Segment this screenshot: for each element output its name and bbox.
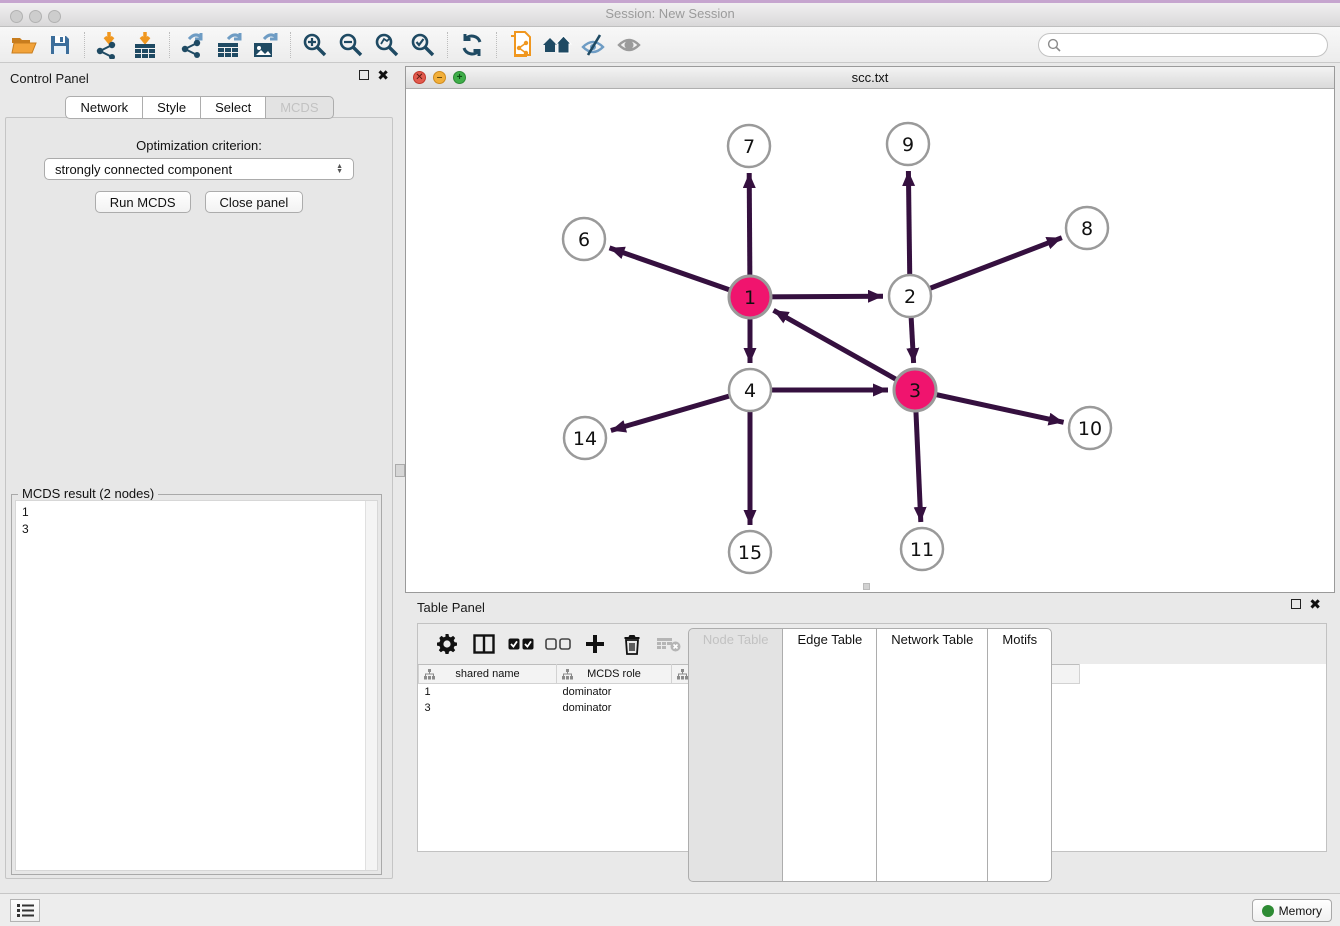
export-network-icon[interactable]: [176, 30, 212, 60]
tab-edge-table[interactable]: Edge Table: [782, 628, 877, 882]
result-scrollbar[interactable]: [365, 501, 377, 870]
graph-node-11[interactable]: 11: [901, 528, 943, 570]
table-panel-tabs: Node TableEdge TableNetwork TableMotifs: [405, 628, 1335, 882]
mcds-panel: Optimization criterion: strongly connect…: [5, 117, 393, 879]
toolbar-separator: [84, 32, 85, 58]
graph-edge-3-1[interactable]: [774, 310, 916, 390]
tab-network[interactable]: Network: [65, 96, 143, 119]
memory-button[interactable]: Memory: [1252, 899, 1332, 922]
mcds-result-group: MCDS result (2 nodes) 1 3: [11, 494, 382, 875]
network-window-title: scc.txt: [406, 70, 1334, 85]
svg-text:9: 9: [902, 134, 914, 156]
graph-node-15[interactable]: 15: [729, 531, 771, 573]
graph-node-2[interactable]: 2: [889, 275, 931, 317]
svg-text:3: 3: [909, 380, 921, 402]
control-panel-title: Control Panel: [10, 71, 89, 86]
graph-node-8[interactable]: 8: [1066, 207, 1108, 249]
svg-text:11: 11: [910, 539, 934, 561]
memory-label: Memory: [1279, 904, 1322, 918]
svg-text:14: 14: [573, 428, 597, 450]
graph-node-10[interactable]: 10: [1069, 407, 1111, 449]
graph-node-3[interactable]: 3: [894, 369, 936, 411]
zoom-fit-icon[interactable]: [369, 30, 405, 60]
control-panel-tabs: NetworkStyleSelectMCDS: [0, 96, 399, 119]
hide-graphics-icon[interactable]: [575, 30, 611, 60]
open-file-icon[interactable]: [6, 30, 42, 60]
graph-node-9[interactable]: 9: [887, 123, 929, 165]
search-input[interactable]: [1065, 38, 1327, 52]
svg-text:7: 7: [743, 136, 755, 158]
export-image-icon[interactable]: [248, 30, 284, 60]
graph-node-14[interactable]: 14: [564, 417, 606, 459]
network-graph: 7 9 6 8 1 2 4 3 14 10 15 11: [406, 89, 1334, 593]
refresh-icon[interactable]: [454, 30, 490, 60]
table-panel: Table Panel ✖ f(x) shared nameMCDS roles…: [405, 595, 1335, 888]
home-icon[interactable]: [539, 30, 575, 60]
table-panel-title: Table Panel: [417, 600, 485, 615]
toolbar-separator: [496, 32, 497, 58]
show-graphics-icon[interactable]: [611, 30, 647, 60]
window-title: Session: New Session: [0, 6, 1340, 21]
splitter-handle[interactable]: [395, 464, 405, 477]
application-window: Session: New Session Control Panel ✖ Net…: [0, 0, 1340, 926]
control-panel: Control Panel ✖ NetworkStyleSelectMCDS O…: [0, 63, 399, 893]
graph-node-1[interactable]: 1: [729, 276, 771, 318]
save-session-icon[interactable]: [42, 30, 78, 60]
task-list-icon: [17, 904, 34, 917]
run-mcds-button[interactable]: Run MCDS: [95, 191, 191, 213]
optimization-criterion-select[interactable]: strongly connected component ▲▼: [44, 158, 354, 180]
window-titlebar: Session: New Session: [0, 0, 1340, 27]
svg-text:6: 6: [578, 229, 590, 251]
canvas-resize-handle[interactable]: [863, 583, 870, 590]
network-view-window: ✕ – + scc.txt 7 9 6 8 1 2 4 3 14 10 15 11: [405, 66, 1335, 593]
import-table-icon[interactable]: [127, 30, 163, 60]
optimization-criterion-label: Optimization criterion:: [6, 138, 392, 153]
svg-text:10: 10: [1078, 418, 1102, 440]
svg-text:8: 8: [1081, 218, 1093, 240]
toolbar-separator: [447, 32, 448, 58]
mcds-result-text[interactable]: 1 3: [15, 500, 378, 871]
zoom-in-icon[interactable]: [297, 30, 333, 60]
tab-network-table[interactable]: Network Table: [876, 628, 988, 882]
close-panel-icon[interactable]: ✖: [377, 70, 389, 80]
close-panel-button[interactable]: Close panel: [205, 191, 304, 213]
search-box[interactable]: [1038, 33, 1328, 57]
graph-node-6[interactable]: 6: [563, 218, 605, 260]
status-bar: Memory: [0, 893, 1340, 926]
network-window-titlebar[interactable]: ✕ – + scc.txt: [406, 67, 1334, 89]
zoom-out-icon[interactable]: [333, 30, 369, 60]
toolbar-separator: [169, 32, 170, 58]
main-toolbar: [0, 27, 1340, 63]
mcds-result-title: MCDS result (2 nodes): [18, 486, 158, 501]
task-history-button[interactable]: [10, 899, 40, 922]
svg-text:4: 4: [744, 380, 756, 402]
import-network-icon[interactable]: [91, 30, 127, 60]
svg-text:15: 15: [738, 542, 762, 564]
svg-text:2: 2: [904, 286, 916, 308]
tab-style[interactable]: Style: [142, 96, 201, 119]
graph-edge-2-8[interactable]: [910, 238, 1062, 296]
optimization-criterion-value: strongly connected component: [55, 162, 232, 177]
svg-text:1: 1: [744, 287, 756, 309]
graph-node-4[interactable]: 4: [729, 369, 771, 411]
float-table-panel-icon[interactable]: [1291, 599, 1301, 609]
tab-mcds[interactable]: MCDS: [265, 96, 333, 119]
close-table-panel-icon[interactable]: ✖: [1309, 599, 1321, 609]
memory-status-icon: [1262, 905, 1274, 917]
search-icon: [1047, 38, 1061, 52]
graph-node-7[interactable]: 7: [728, 125, 770, 167]
zoom-selected-icon[interactable]: [405, 30, 441, 60]
tab-motifs[interactable]: Motifs: [987, 628, 1052, 882]
export-table-icon[interactable]: [212, 30, 248, 60]
network-canvas[interactable]: 7 9 6 8 1 2 4 3 14 10 15 11: [406, 89, 1334, 592]
float-panel-icon[interactable]: [359, 70, 369, 80]
tab-node-table[interactable]: Node Table: [688, 628, 784, 882]
graph-edge-3-10[interactable]: [915, 390, 1064, 422]
toolbar-separator: [290, 32, 291, 58]
new-network-from-file-icon[interactable]: [503, 30, 539, 60]
tab-select[interactable]: Select: [200, 96, 266, 119]
combo-stepper-icon: ▲▼: [336, 164, 343, 174]
